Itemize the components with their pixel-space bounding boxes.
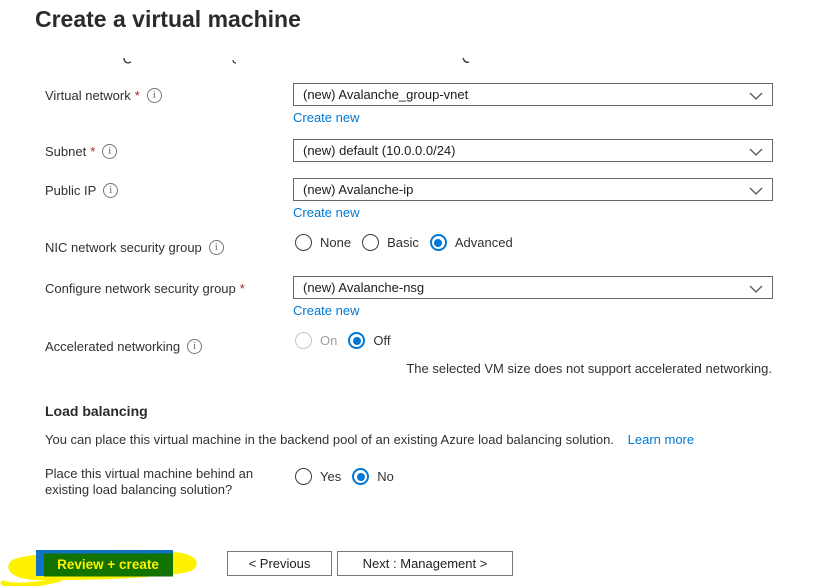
radio-circle-disabled bbox=[295, 332, 312, 349]
accelerated-networking-label: Accelerated networking i bbox=[45, 339, 203, 354]
create-vm-page: Create a virtual machine Virtual network… bbox=[0, 0, 828, 586]
info-icon[interactable]: i bbox=[146, 88, 162, 103]
load-balancing-radio-group: Yes No bbox=[295, 468, 394, 485]
virtual-network-label: Virtual network * i bbox=[45, 88, 162, 103]
nic-nsg-radio-group: None Basic Advanced bbox=[295, 234, 513, 251]
chevron-down-icon bbox=[749, 187, 763, 195]
vm-size-note: The selected VM size does not support ac… bbox=[406, 361, 772, 376]
radio-yes[interactable]: Yes bbox=[295, 468, 341, 485]
review-create-button-label[interactable]: Review + create bbox=[57, 557, 159, 572]
subnet-label: Subnet * i bbox=[45, 144, 118, 159]
configure-nsg-create-new-link[interactable]: Create new bbox=[293, 303, 363, 318]
info-icon[interactable]: i bbox=[102, 144, 118, 159]
radio-on-disabled: On bbox=[295, 332, 337, 349]
public-ip-select[interactable]: (new) Avalanche-ip bbox=[293, 178, 773, 201]
nic-nsg-label: NIC network security group i bbox=[45, 240, 224, 255]
info-icon[interactable]: i bbox=[103, 183, 119, 198]
chevron-down-icon bbox=[749, 92, 763, 100]
subnet-select[interactable]: (new) default (10.0.0.0/24) bbox=[293, 139, 773, 162]
learn-more-link[interactable]: Learn more bbox=[628, 432, 694, 447]
subnet-value: (new) default (10.0.0.0/24) bbox=[303, 143, 456, 158]
virtual-network-value: (new) Avalanche_group-vnet bbox=[303, 87, 469, 102]
highlighter-tail bbox=[0, 576, 63, 586]
page-title: Create a virtual machine bbox=[35, 6, 301, 32]
load-balancing-question: Place this virtual machine behind an exi… bbox=[45, 466, 254, 497]
info-icon[interactable]: i bbox=[208, 240, 224, 255]
radio-circle-selected[interactable] bbox=[352, 468, 370, 485]
load-balancing-heading: Load balancing bbox=[45, 403, 148, 419]
radio-circle-selected[interactable] bbox=[429, 234, 447, 251]
public-ip-label: Public IP i bbox=[45, 183, 119, 198]
virtual-network-create-new-link[interactable]: Create new bbox=[293, 110, 363, 125]
required-asterisk: * bbox=[90, 144, 96, 159]
required-asterisk: * bbox=[134, 88, 140, 103]
chevron-down-icon bbox=[749, 285, 763, 293]
virtual-network-select[interactable]: (new) Avalanche_group-vnet bbox=[293, 83, 773, 106]
radio-no-selected[interactable]: No bbox=[352, 468, 394, 485]
configure-nsg-label: Configure network security group * bbox=[45, 281, 245, 296]
public-ip-create-new-link[interactable]: Create new bbox=[293, 205, 363, 220]
radio-circle[interactable] bbox=[295, 468, 312, 485]
info-icon[interactable]: i bbox=[187, 339, 203, 354]
load-balancing-description: You can place this virtual machine in th… bbox=[45, 432, 695, 447]
configure-nsg-select[interactable]: (new) Avalanche-nsg bbox=[293, 276, 773, 299]
chevron-down-icon bbox=[749, 148, 763, 156]
previous-button[interactable]: < Previous bbox=[227, 551, 332, 576]
radio-advanced-selected[interactable]: Advanced bbox=[429, 234, 513, 251]
radio-none[interactable]: None bbox=[295, 234, 351, 251]
next-management-button[interactable]: Next : Management > bbox=[337, 551, 513, 576]
review-create-button-highlighted[interactable]: Review + create bbox=[0, 544, 210, 586]
clipped-text-fragments bbox=[123, 57, 470, 64]
radio-circle[interactable] bbox=[362, 234, 380, 251]
configure-nsg-value: (new) Avalanche-nsg bbox=[303, 280, 425, 295]
radio-circle-selected[interactable] bbox=[348, 332, 366, 349]
public-ip-value: (new) Avalanche-ip bbox=[303, 182, 414, 197]
radio-basic[interactable]: Basic bbox=[362, 234, 419, 251]
required-asterisk: * bbox=[239, 281, 245, 296]
accelerated-networking-radio-group: On Off bbox=[295, 332, 390, 349]
radio-circle[interactable] bbox=[295, 234, 312, 251]
radio-off-selected[interactable]: Off bbox=[348, 332, 390, 349]
